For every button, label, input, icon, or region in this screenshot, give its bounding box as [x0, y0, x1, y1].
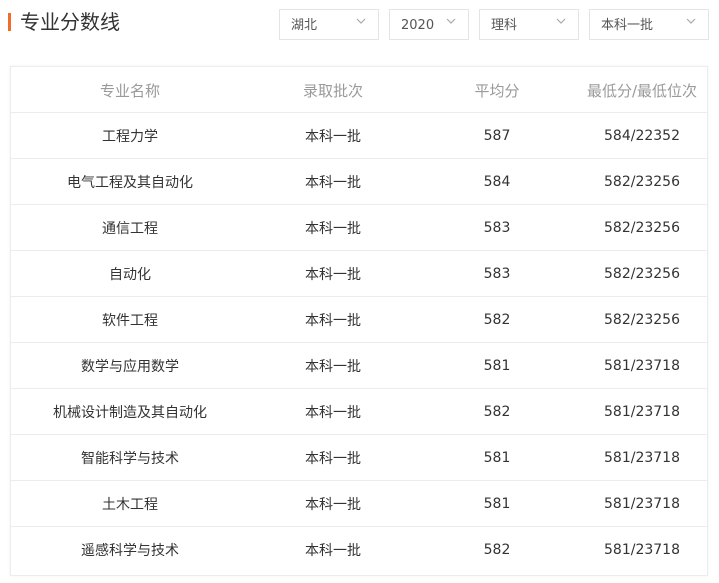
year-select[interactable]: 2020 [389, 9, 469, 40]
chevron-down-icon [556, 17, 566, 25]
table-body: 工程力学 本科一批 587 584/22352 电气工程及其自动化 本科一批 5… [11, 113, 707, 573]
min-score-rank: 582/23256 [604, 174, 680, 190]
table-row: 土木工程 本科一批 581 581/23718 [11, 481, 707, 527]
major-name: 自动化 [109, 267, 151, 283]
page-header: 专业分数线 湖北 2020 理科 本科一批 [0, 0, 719, 46]
min-score-rank: 581/23718 [604, 404, 680, 420]
province-select[interactable]: 湖北 [279, 9, 379, 40]
min-score-rank: 581/23718 [604, 542, 680, 558]
admission-batch: 本科一批 [305, 175, 361, 191]
table-header: 专业名称 录取批次 平均分 最低分/最低位次 [11, 67, 707, 113]
table-row: 通信工程 本科一批 583 582/23256 [11, 205, 707, 251]
min-score-rank: 584/22352 [604, 128, 680, 144]
major-name: 土木工程 [102, 497, 158, 513]
column-header-min-rank: 最低分/最低位次 [586, 81, 698, 100]
admission-batch: 本科一批 [305, 497, 361, 513]
major-name: 通信工程 [102, 221, 158, 237]
column-header-major: 专业名称 [99, 81, 160, 100]
min-score-rank: 582/23256 [604, 266, 680, 282]
column-header-average: 平均分 [474, 81, 520, 100]
major-name: 软件工程 [102, 313, 158, 329]
table-row: 遥感科学与技术 本科一批 582 581/23718 [11, 527, 707, 573]
average-score: 587 [483, 128, 511, 144]
min-score-rank: 581/23718 [604, 450, 680, 466]
major-name: 遥感科学与技术 [81, 543, 179, 559]
min-score-rank: 581/23718 [604, 496, 680, 512]
chevron-down-icon [686, 17, 696, 25]
average-score: 581 [483, 496, 511, 512]
score-table: 专业名称 录取批次 平均分 最低分/最低位次 工程力学 本科一批 587 584… [10, 66, 708, 576]
min-score-rank: 582/23256 [604, 220, 680, 236]
major-name: 电气工程及其自动化 [67, 175, 193, 191]
batch-select[interactable]: 本科一批 [589, 9, 709, 40]
admission-batch: 本科一批 [305, 221, 361, 237]
average-score: 583 [483, 266, 511, 282]
average-score: 582 [483, 404, 511, 420]
admission-batch: 本科一批 [305, 359, 361, 375]
table-row: 数学与应用数学 本科一批 581 581/23718 [11, 343, 707, 389]
admission-batch: 本科一批 [305, 129, 361, 145]
title-accent-bar [8, 13, 11, 31]
average-score: 584 [483, 174, 511, 190]
table-row: 机械设计制造及其自动化 本科一批 582 581/23718 [11, 389, 707, 435]
table-row: 电气工程及其自动化 本科一批 584 582/23256 [11, 159, 707, 205]
average-score: 582 [483, 312, 511, 328]
admission-batch: 本科一批 [305, 543, 361, 559]
column-header-batch: 录取批次 [302, 81, 363, 100]
min-score-rank: 582/23256 [604, 312, 680, 328]
major-name: 工程力学 [102, 129, 158, 145]
chevron-down-icon [446, 17, 456, 25]
major-name: 智能科学与技术 [81, 451, 179, 467]
average-score: 581 [483, 450, 511, 466]
admission-batch: 本科一批 [305, 267, 361, 283]
table-row: 软件工程 本科一批 582 582/23256 [11, 297, 707, 343]
subject-select-value: 理科 [491, 18, 518, 33]
average-score: 582 [483, 542, 511, 558]
major-name: 数学与应用数学 [81, 359, 179, 375]
table-row: 智能科学与技术 本科一批 581 581/23718 [11, 435, 707, 481]
table-row: 自动化 本科一批 583 582/23256 [11, 251, 707, 297]
min-score-rank: 581/23718 [604, 358, 680, 374]
average-score: 583 [483, 220, 511, 236]
page-title: 专业分数线 [20, 10, 120, 34]
year-select-value: 2020 [401, 18, 435, 33]
chevron-down-icon [356, 17, 366, 25]
major-name: 机械设计制造及其自动化 [53, 405, 207, 421]
province-select-value: 湖北 [291, 18, 318, 33]
admission-batch: 本科一批 [305, 313, 361, 329]
table-row: 工程力学 本科一批 587 584/22352 [11, 113, 707, 159]
admission-batch: 本科一批 [305, 451, 361, 467]
admission-batch: 本科一批 [305, 405, 361, 421]
batch-select-value: 本科一批 [601, 18, 654, 33]
average-score: 581 [483, 358, 511, 374]
subject-select[interactable]: 理科 [479, 9, 579, 40]
